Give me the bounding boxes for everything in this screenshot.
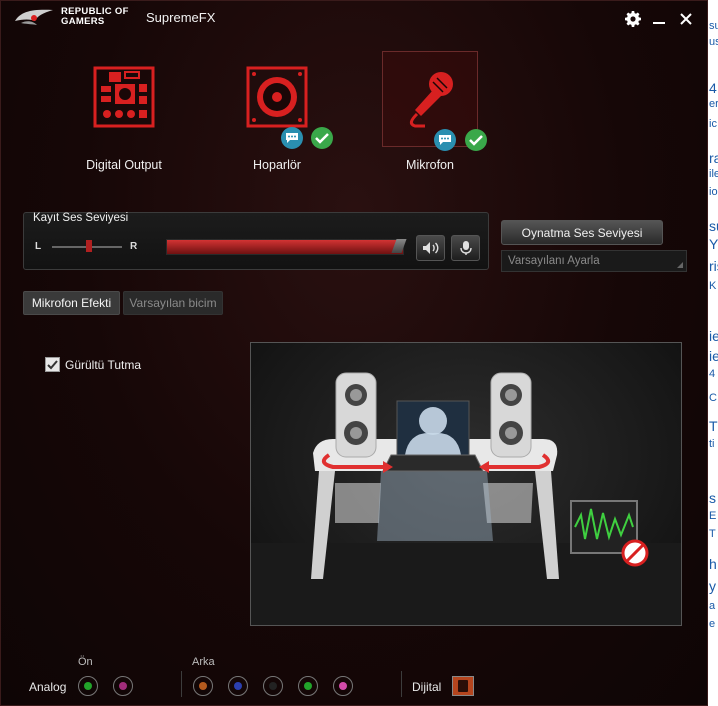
bg-text: a — [709, 600, 716, 612]
title-bar: REPUBLIC OF GAMERS SupremeFX — [1, 1, 707, 37]
jack-icon — [234, 682, 242, 690]
checkbox-box[interactable] — [45, 357, 60, 372]
bg-text: us — [709, 36, 718, 48]
analog-label: Analog — [29, 680, 67, 694]
spdif-port-icon[interactable] — [452, 676, 474, 696]
jack-icon — [84, 682, 92, 690]
chat-bubble-icon — [434, 129, 456, 151]
preset-dropdown[interactable]: Varsayılanı Ayarla — [501, 250, 687, 272]
device-box — [382, 51, 487, 151]
noise-suppression-checkbox[interactable]: Gürültü Tutma — [45, 357, 141, 372]
bg-text: Y — [709, 236, 718, 252]
bg-text: 4 — [709, 80, 717, 96]
tab-default-format[interactable]: Varsayılan bicim — [123, 291, 223, 315]
bg-text: su — [709, 20, 718, 32]
device-label: Digital Output — [86, 158, 162, 172]
checkmark-icon — [311, 127, 333, 149]
rear-port-pink[interactable] — [333, 676, 353, 696]
recording-volume-slider[interactable] — [166, 239, 404, 255]
divider — [401, 671, 402, 697]
device-label: Mikrofon — [406, 158, 454, 172]
bg-text: 4 — [709, 368, 716, 380]
bg-text: ie — [709, 348, 718, 364]
bg-text: ic — [709, 118, 717, 130]
recording-level-panel: Kayıt Ses Seviyesi L R — [23, 212, 489, 270]
bg-text: ra — [709, 150, 718, 166]
brand-text: REPUBLIC OF GAMERS — [61, 7, 129, 27]
front-label: Ön — [78, 656, 93, 668]
bg-text: io — [709, 186, 718, 198]
noise-suppression-illustration — [250, 342, 682, 626]
digital-output-icon — [93, 66, 155, 128]
bg-text: K — [709, 280, 717, 292]
divider — [181, 671, 182, 697]
background-page: su us 4 er ic ra ile io su Y ris K ie ie… — [708, 0, 718, 706]
playback-volume-button[interactable]: Oynatma Ses Seviyesi — [501, 220, 663, 245]
checkmark-icon — [47, 359, 58, 369]
bg-text: e — [709, 618, 716, 630]
device-digital-output[interactable]: Digital Output — [76, 51, 172, 172]
bg-text: ris — [709, 258, 718, 274]
bg-text: su — [709, 218, 718, 234]
brand-line-2: GAMERS — [61, 16, 105, 27]
front-port-pink[interactable] — [113, 676, 133, 696]
balance-right-label: R — [130, 241, 138, 252]
bg-text: s — [709, 490, 716, 506]
rear-port-blue[interactable] — [228, 676, 248, 696]
checkmark-icon — [465, 129, 487, 151]
bg-text: ile — [709, 168, 718, 180]
device-box — [78, 51, 170, 143]
device-label: Hoparlör — [253, 158, 301, 172]
speaker-volume-icon[interactable] — [416, 235, 445, 261]
rear-label: Arka — [192, 656, 215, 668]
bg-text: ti — [709, 438, 715, 450]
speaker-icon — [246, 66, 308, 128]
digital-label: Dijital — [412, 680, 442, 694]
bg-text: y — [709, 578, 716, 594]
rear-port-orange[interactable] — [193, 676, 213, 696]
app-title: SupremeFX — [146, 10, 216, 25]
close-icon[interactable] — [676, 9, 696, 29]
device-microphone[interactable]: Mikrofon — [382, 51, 487, 172]
bg-text: er — [709, 98, 718, 110]
jack-icon — [199, 682, 207, 690]
jack-icon — [269, 682, 277, 690]
bg-text: T — [709, 418, 718, 434]
bg-text: C — [709, 392, 717, 404]
dropdown-corner-icon — [677, 262, 683, 268]
bg-text: T — [709, 528, 716, 540]
device-box — [231, 51, 333, 149]
settings-gear-icon[interactable] — [623, 9, 643, 29]
mic-mute-icon[interactable] — [451, 235, 480, 261]
balance-left-label: L — [35, 241, 42, 252]
minimize-icon[interactable] — [649, 9, 669, 29]
jack-footer — [1, 649, 707, 705]
device-speaker[interactable]: Hoparlör — [229, 51, 333, 172]
bg-text: ie — [709, 328, 718, 344]
jack-icon — [304, 682, 312, 690]
recording-level-title: Kayıt Ses Seviyesi — [33, 212, 129, 224]
jack-icon — [119, 682, 127, 690]
jack-icon — [339, 682, 347, 690]
chat-bubble-icon — [281, 127, 303, 149]
tab-microphone-effect[interactable]: Mikrofon Efekti — [23, 291, 120, 315]
preset-value: Varsayılanı Ayarla — [508, 255, 600, 267]
microphone-icon — [409, 72, 453, 128]
rear-port-black[interactable] — [263, 676, 283, 696]
supremefx-window: REPUBLIC OF GAMERS SupremeFX Digital Out… — [0, 0, 708, 706]
bg-text: h — [709, 556, 717, 572]
front-port-green[interactable] — [78, 676, 98, 696]
bg-text: E — [709, 510, 717, 522]
balance-slider-knob[interactable] — [86, 240, 92, 252]
noise-suppression-label: Gürültü Tutma — [65, 357, 142, 372]
rog-logo-icon — [15, 9, 53, 25]
rear-port-green[interactable] — [298, 676, 318, 696]
